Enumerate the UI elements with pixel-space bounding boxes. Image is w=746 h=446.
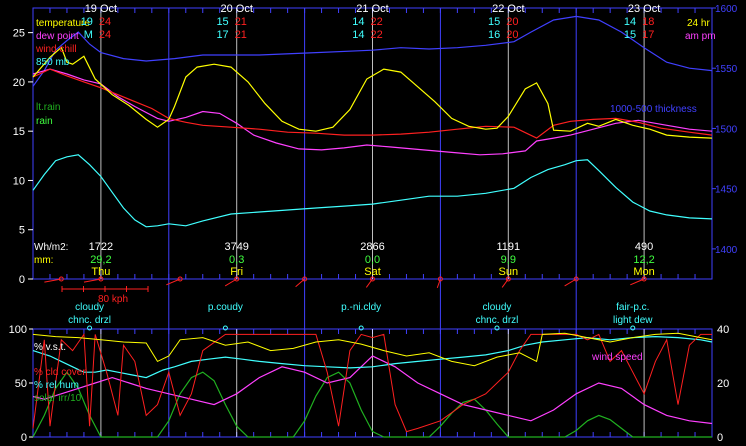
day-temp-max: 15	[216, 16, 228, 28]
y-tick-label: 15	[13, 126, 25, 138]
day-rain-total: 0,0	[365, 254, 380, 266]
day-dew-max: 14	[352, 29, 364, 41]
day-temp-max: 19	[81, 16, 93, 28]
wind-speed-label: wind speed	[591, 352, 643, 363]
day-temp-max: 14	[352, 16, 364, 28]
day-dew-min: 21	[235, 29, 247, 41]
legend-850mb: 850 mb	[36, 57, 70, 68]
legend-relhum: % rel hum	[34, 380, 79, 391]
day-date: 20 Oct	[220, 3, 252, 15]
day-dew-max: 17	[216, 29, 228, 41]
day-weekday: Fri	[230, 266, 243, 278]
bottom-y2-tick-label: 0	[717, 432, 723, 444]
day-dew-max: M	[84, 29, 93, 41]
day-summary-2: chnc. drzl	[476, 315, 519, 326]
legend-solar-irr: solar irr/10	[34, 393, 82, 404]
y2-tick-label: 1600	[715, 4, 738, 15]
day-summary: cloudy	[483, 302, 512, 313]
day-grid	[32, 8, 713, 437]
y-tick-label: 25	[13, 28, 25, 40]
day-rain-total: 9,9	[501, 254, 516, 266]
legend-rain: rain	[36, 116, 53, 127]
day-rain-total: 12,2	[633, 254, 654, 266]
day-temp-min: 20	[506, 16, 518, 28]
day-dew-max: 16	[488, 29, 500, 41]
day-summary: fair-p.c.	[616, 302, 649, 313]
day-labels: 19 Oct19 24M 24172229,2Thucloudychnc. drzl…	[68, 3, 660, 326]
day-dew-max: 15	[624, 29, 636, 41]
bottom-y2-tick-label: 40	[717, 324, 729, 336]
day-summary-2: chnc. drzl	[68, 315, 111, 326]
thickness-label: 1000-500 thickness	[610, 104, 697, 115]
day-date: 23 Oct	[628, 3, 660, 15]
day-weekday: Mon	[633, 266, 654, 278]
day-solar-total: 1722	[89, 241, 113, 253]
day-weekday: Sun	[499, 266, 519, 278]
legend-vst: % v.s.t.	[34, 342, 66, 353]
day-temp-min: 21	[235, 16, 247, 28]
day-summary: p.-ni.cldy	[341, 302, 381, 313]
legend-cloud: % cld cover	[34, 367, 86, 378]
ampm-label: am pm	[685, 31, 716, 42]
day-solar-total: 3749	[224, 241, 248, 253]
day-weekday: Sat	[364, 266, 381, 278]
day-date: 19 Oct	[85, 3, 117, 15]
day-dew-min: 22	[371, 29, 383, 41]
axes: 0 5 10 15 20 25 1400 1450 1500 1550 1600 0 50 100 0 20 4…	[9, 4, 738, 444]
day-rain-total: 29,2	[90, 254, 111, 266]
bottom-y2-tick-label: 20	[717, 378, 729, 390]
legend-dewpoint: dew point	[36, 31, 79, 42]
day-date: 22 Oct	[492, 3, 524, 15]
y-tick-label: 20	[13, 77, 25, 89]
day-temp-min: 18	[642, 16, 654, 28]
bottom-y-tick-label: 50	[15, 378, 27, 390]
day-temp-min: 22	[371, 16, 383, 28]
hr-label: 24 hr	[687, 18, 710, 29]
solar-row-label: Wh/m2:	[34, 242, 68, 253]
day-solar-total: 490	[635, 241, 653, 253]
day-dew-min: 24	[99, 29, 111, 41]
day-temp-max: 14	[624, 16, 636, 28]
day-rain-total: 0,3	[229, 254, 244, 266]
day-dew-min: 20	[506, 29, 518, 41]
y-tick-label: 0	[19, 274, 25, 286]
day-summary: p.coudy	[208, 302, 243, 313]
bottom-y-tick-label: 0	[21, 432, 27, 444]
day-summary: cloudy	[75, 302, 104, 313]
y-tick-label: 5	[19, 225, 25, 237]
legend-lt-rain: lt.rain	[36, 102, 60, 113]
weather-forecast-chart: 0 5 10 15 20 25 1400 1450 1500 1550 1600 0 50 100 0 20 4…	[9, 3, 738, 444]
rain-row-label: mm:	[34, 255, 53, 266]
y2-tick-label: 1450	[715, 185, 738, 196]
day-temp-min: 24	[99, 16, 111, 28]
y2-tick-label: 1400	[715, 245, 738, 256]
day-summary-2: light dew	[613, 315, 653, 326]
legend-windchill: wind chill	[35, 44, 77, 55]
day-solar-total: 1191	[496, 241, 520, 253]
bottom-y-tick-label: 100	[9, 324, 27, 336]
y-tick-label: 10	[13, 175, 25, 187]
day-solar-total: 2866	[360, 241, 384, 253]
day-date: 21 Oct	[356, 3, 388, 15]
day-weekday: Thu	[91, 266, 110, 278]
labels: temperature dew point wind chill 850 mb …	[34, 18, 716, 404]
day-temp-max: 15	[488, 16, 500, 28]
y2-tick-label: 1500	[715, 124, 738, 135]
day-dew-min: 17	[642, 29, 654, 41]
y2-tick-label: 1550	[715, 64, 738, 75]
